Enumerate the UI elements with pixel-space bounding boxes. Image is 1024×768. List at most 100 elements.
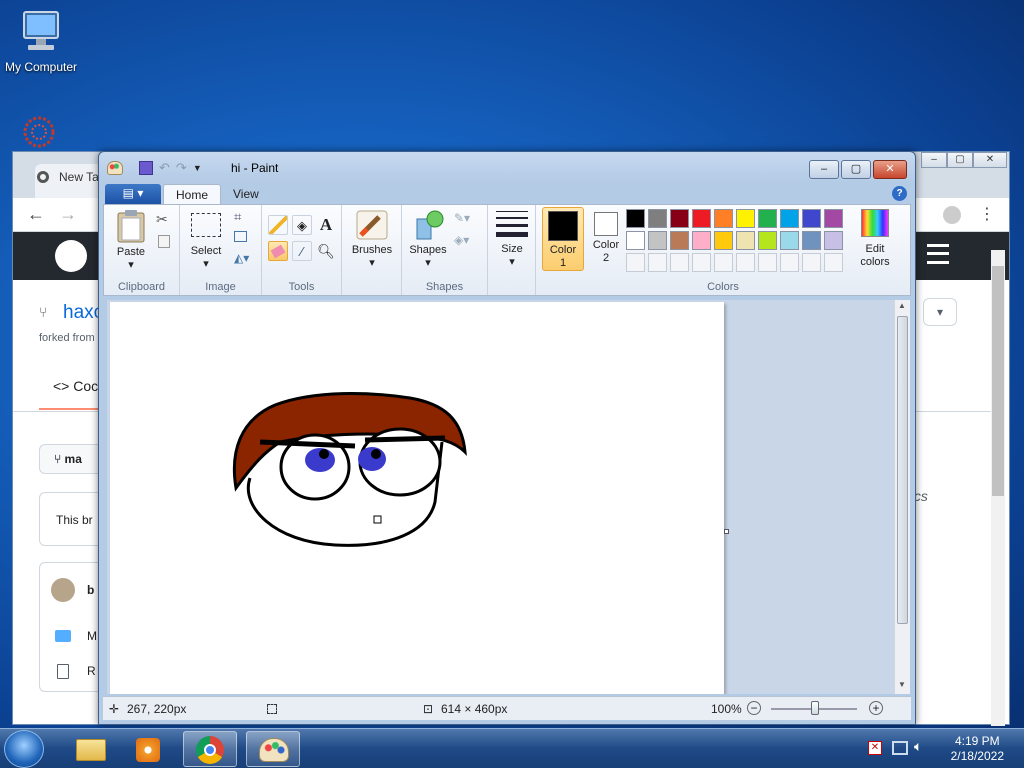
file-row-2[interactable]: R bbox=[87, 664, 96, 678]
palette-swatch[interactable] bbox=[802, 209, 821, 228]
chrome-menu-icon[interactable]: ⋮ bbox=[979, 204, 995, 224]
scroll-down-icon[interactable]: ▼ bbox=[898, 680, 906, 689]
clock[interactable]: 4:19 PM 2/18/2022 bbox=[951, 734, 1004, 764]
palette-empty-slot[interactable] bbox=[802, 253, 821, 272]
tab-home[interactable]: Home bbox=[163, 184, 222, 205]
undo-icon[interactable]: ↶ bbox=[159, 160, 170, 176]
zoom-in-icon[interactable]: + bbox=[869, 701, 883, 715]
palette-empty-slot[interactable] bbox=[692, 253, 711, 272]
chrome-close-button[interactable]: ✕ bbox=[973, 152, 1007, 168]
scroll-up-icon[interactable]: ▲ bbox=[898, 301, 906, 310]
palette-swatch[interactable] bbox=[648, 209, 667, 228]
taskbar-paint[interactable] bbox=[246, 731, 300, 767]
palette-swatch[interactable] bbox=[824, 231, 843, 250]
paint-minimize-button[interactable]: – bbox=[809, 160, 839, 179]
palette-swatch[interactable] bbox=[758, 209, 777, 228]
palette-swatch[interactable] bbox=[714, 231, 733, 250]
github-logo-icon[interactable] bbox=[55, 240, 87, 272]
palette-empty-slot[interactable] bbox=[670, 253, 689, 272]
help-icon[interactable]: ? bbox=[892, 186, 907, 201]
hamburger-menu-icon[interactable] bbox=[927, 244, 949, 264]
dropdown-button[interactable]: ▾ bbox=[923, 298, 957, 326]
color1-button[interactable]: Color 1 bbox=[542, 207, 584, 271]
drawing-canvas[interactable] bbox=[110, 302, 724, 694]
canvas-resize-handle[interactable] bbox=[724, 529, 729, 534]
palette-swatch[interactable] bbox=[692, 209, 711, 228]
color-picker-icon[interactable]: ⁄ bbox=[292, 241, 312, 261]
chrome-minimize-button[interactable]: – bbox=[921, 152, 947, 168]
chrome-scrollbar[interactable] bbox=[991, 250, 1005, 726]
taskbar-chrome[interactable] bbox=[183, 731, 237, 767]
palette-swatch[interactable] bbox=[758, 231, 777, 250]
shapes-button[interactable]: Shapes ▾ bbox=[406, 209, 450, 270]
desktop-icon-app[interactable] bbox=[16, 114, 62, 154]
scroll-thumb[interactable] bbox=[897, 316, 908, 624]
tab-view[interactable]: View bbox=[221, 184, 271, 205]
text-icon[interactable]: A bbox=[316, 215, 336, 235]
size-button[interactable]: Size ▾ bbox=[492, 211, 532, 269]
code-tab[interactable]: <> Coc bbox=[53, 378, 98, 394]
copy-icon[interactable] bbox=[158, 235, 170, 248]
palette-swatch[interactable] bbox=[824, 209, 843, 228]
palette-empty-slot[interactable] bbox=[758, 253, 777, 272]
paint-menu-button[interactable]: ▤ ▾ bbox=[105, 184, 161, 204]
brushes-button[interactable]: Brushes ▾ bbox=[346, 209, 398, 270]
zoom-slider-thumb[interactable] bbox=[811, 701, 819, 715]
taskbar-explorer[interactable] bbox=[64, 731, 118, 767]
cut-icon[interactable]: ✂ bbox=[156, 211, 168, 228]
cursor-position: 267, 220px bbox=[127, 702, 187, 716]
profile-icon[interactable] bbox=[943, 206, 961, 224]
select-button[interactable]: Select ▾ bbox=[186, 209, 226, 271]
outline-icon[interactable]: ✎▾ bbox=[454, 211, 470, 225]
palette-empty-slot[interactable] bbox=[736, 253, 755, 272]
action-center-icon[interactable]: ✕ bbox=[868, 741, 882, 755]
color2-button[interactable]: Color 2 bbox=[586, 207, 626, 271]
palette-swatch[interactable] bbox=[670, 209, 689, 228]
rotate-icon[interactable]: ◭▾ bbox=[234, 251, 249, 265]
start-button[interactable] bbox=[4, 730, 44, 768]
canvas-vertical-scrollbar[interactable]: ▲ ▼ bbox=[894, 300, 910, 694]
desktop-icon-my-computer[interactable]: My Computer bbox=[0, 10, 82, 74]
palette-empty-slot[interactable] bbox=[626, 253, 645, 272]
palette-empty-slot[interactable] bbox=[780, 253, 799, 272]
paint-window[interactable]: ↶ ↷ ▼ hi - Paint – ▢ ✕ ▤ ▾ Home View ? P… bbox=[98, 151, 916, 725]
palette-swatch[interactable] bbox=[648, 231, 667, 250]
palette-swatch[interactable] bbox=[736, 209, 755, 228]
palette-empty-slot[interactable] bbox=[824, 253, 843, 272]
palette-swatch[interactable] bbox=[736, 231, 755, 250]
customize-qat-icon[interactable]: ▼ bbox=[193, 163, 202, 173]
palette-swatch[interactable] bbox=[714, 209, 733, 228]
paint-app-icon[interactable] bbox=[107, 161, 123, 175]
media-player-icon bbox=[136, 738, 160, 762]
edit-colors-button[interactable]: Edit colors bbox=[852, 209, 898, 269]
palette-swatch[interactable] bbox=[692, 231, 711, 250]
palette-swatch[interactable] bbox=[626, 231, 645, 250]
shape-fill-icon[interactable]: ◈▾ bbox=[454, 233, 469, 247]
crop-icon[interactable]: ⌗ bbox=[234, 209, 241, 225]
paint-close-button[interactable]: ✕ bbox=[873, 160, 907, 179]
palette-swatch[interactable] bbox=[802, 231, 821, 250]
save-icon[interactable] bbox=[139, 161, 153, 175]
file-row-1[interactable]: M bbox=[87, 629, 97, 643]
palette-swatch[interactable] bbox=[626, 209, 645, 228]
magnifier-icon[interactable]: 🔍︎ bbox=[316, 241, 336, 261]
palette-empty-slot[interactable] bbox=[648, 253, 667, 272]
palette-swatch[interactable] bbox=[780, 231, 799, 250]
redo-icon[interactable]: ↷ bbox=[176, 160, 187, 176]
resize-icon[interactable] bbox=[234, 231, 247, 242]
chrome-maximize-button[interactable]: ▢ bbox=[947, 152, 973, 168]
volume-icon[interactable]: 🔈︎ bbox=[914, 738, 922, 755]
taskbar-media-player[interactable] bbox=[122, 731, 176, 767]
forward-icon[interactable]: → bbox=[59, 204, 77, 225]
network-icon[interactable] bbox=[892, 741, 908, 755]
palette-empty-slot[interactable] bbox=[714, 253, 733, 272]
back-icon[interactable]: ← bbox=[27, 204, 45, 225]
paste-button[interactable]: Paste ▾ bbox=[110, 209, 152, 272]
zoom-out-icon[interactable]: − bbox=[747, 701, 761, 715]
palette-swatch[interactable] bbox=[780, 209, 799, 228]
palette-swatch[interactable] bbox=[670, 231, 689, 250]
paint-maximize-button[interactable]: ▢ bbox=[841, 160, 871, 179]
fill-icon[interactable]: ◈ bbox=[292, 215, 312, 235]
eraser-icon[interactable] bbox=[268, 241, 288, 261]
pencil-icon[interactable] bbox=[268, 215, 288, 235]
